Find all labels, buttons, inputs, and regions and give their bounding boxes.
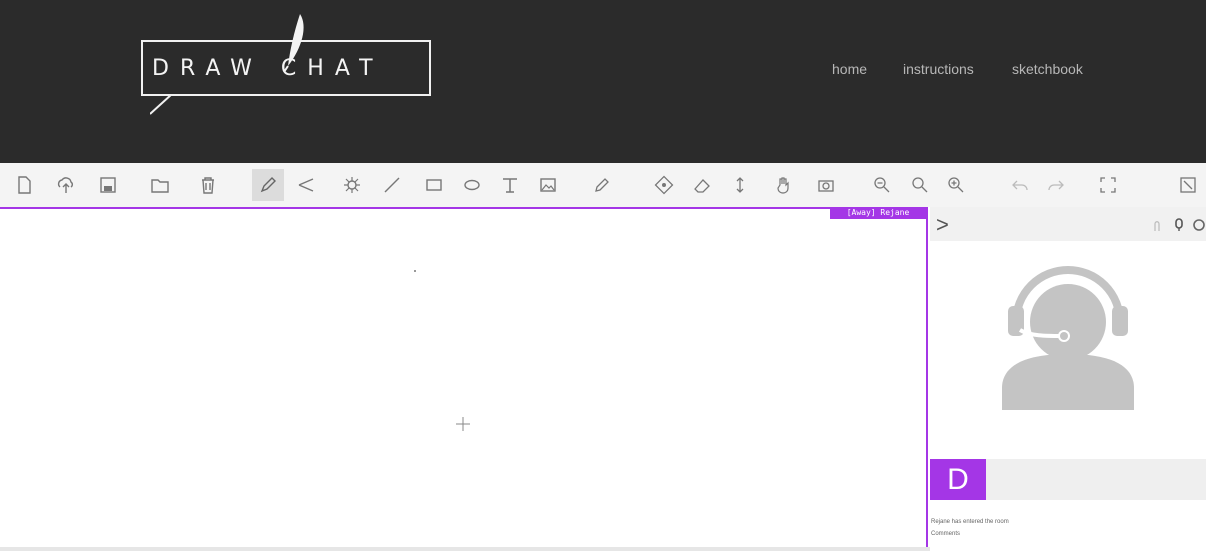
chat-message: Rejane has entered the room	[931, 519, 1009, 525]
folder-icon[interactable]	[144, 169, 176, 201]
new-page-icon[interactable]	[8, 169, 40, 201]
pencil-icon[interactable]	[252, 169, 284, 201]
logo-speech-tail	[150, 94, 174, 115]
mic-icon[interactable]	[1172, 218, 1186, 232]
resize-icon[interactable]	[724, 169, 756, 201]
straight-line-icon[interactable]	[376, 169, 408, 201]
chat-log	[930, 500, 1206, 551]
hand-icon[interactable]	[1150, 218, 1164, 232]
canvas-bottom-strip	[0, 547, 930, 551]
zoom-in-icon[interactable]	[940, 169, 972, 201]
nav-home[interactable]: home	[832, 61, 867, 77]
logo-text: DRAW CHAT	[152, 56, 384, 81]
eraser-icon[interactable]	[686, 169, 718, 201]
user-status-tag: [Away] Rejane	[830, 207, 926, 219]
undo-icon[interactable]	[1004, 169, 1036, 201]
canvas-dot	[414, 270, 416, 272]
save-icon[interactable]	[92, 169, 124, 201]
crosshair-cursor-icon	[456, 417, 470, 431]
settings-icon[interactable]	[1192, 218, 1206, 232]
fullscreen-icon[interactable]	[1172, 169, 1204, 201]
image-icon[interactable]	[532, 169, 564, 201]
comments-label: Comments	[931, 531, 961, 537]
cloud-upload-icon[interactable]	[50, 169, 82, 201]
ellipse-icon[interactable]	[456, 169, 488, 201]
redo-icon[interactable]	[1040, 169, 1072, 201]
collapse-arrow-icon[interactable]: >	[936, 212, 949, 238]
line-tool-icon[interactable]	[290, 169, 322, 201]
fill-icon[interactable]	[648, 169, 680, 201]
rectangle-icon[interactable]	[418, 169, 450, 201]
fit-screen-icon[interactable]	[1092, 169, 1124, 201]
zoom-reset-icon[interactable]	[904, 169, 936, 201]
eyedropper-icon[interactable]	[586, 169, 618, 201]
nav-instructions[interactable]: instructions	[903, 61, 974, 77]
chat-panel-header	[930, 207, 1206, 241]
camera-icon[interactable]	[810, 169, 842, 201]
brush-icon[interactable]	[336, 169, 368, 201]
nav-sketchbook[interactable]: sketchbook	[1012, 61, 1083, 77]
drawing-canvas[interactable]	[0, 207, 928, 548]
support-agent-avatar-icon	[1002, 266, 1134, 410]
trash-icon[interactable]	[192, 169, 224, 201]
zoom-out-icon[interactable]	[866, 169, 898, 201]
text-icon[interactable]	[494, 169, 526, 201]
user-avatar-initial[interactable]: D	[930, 459, 986, 500]
hand-pan-icon[interactable]	[768, 169, 800, 201]
